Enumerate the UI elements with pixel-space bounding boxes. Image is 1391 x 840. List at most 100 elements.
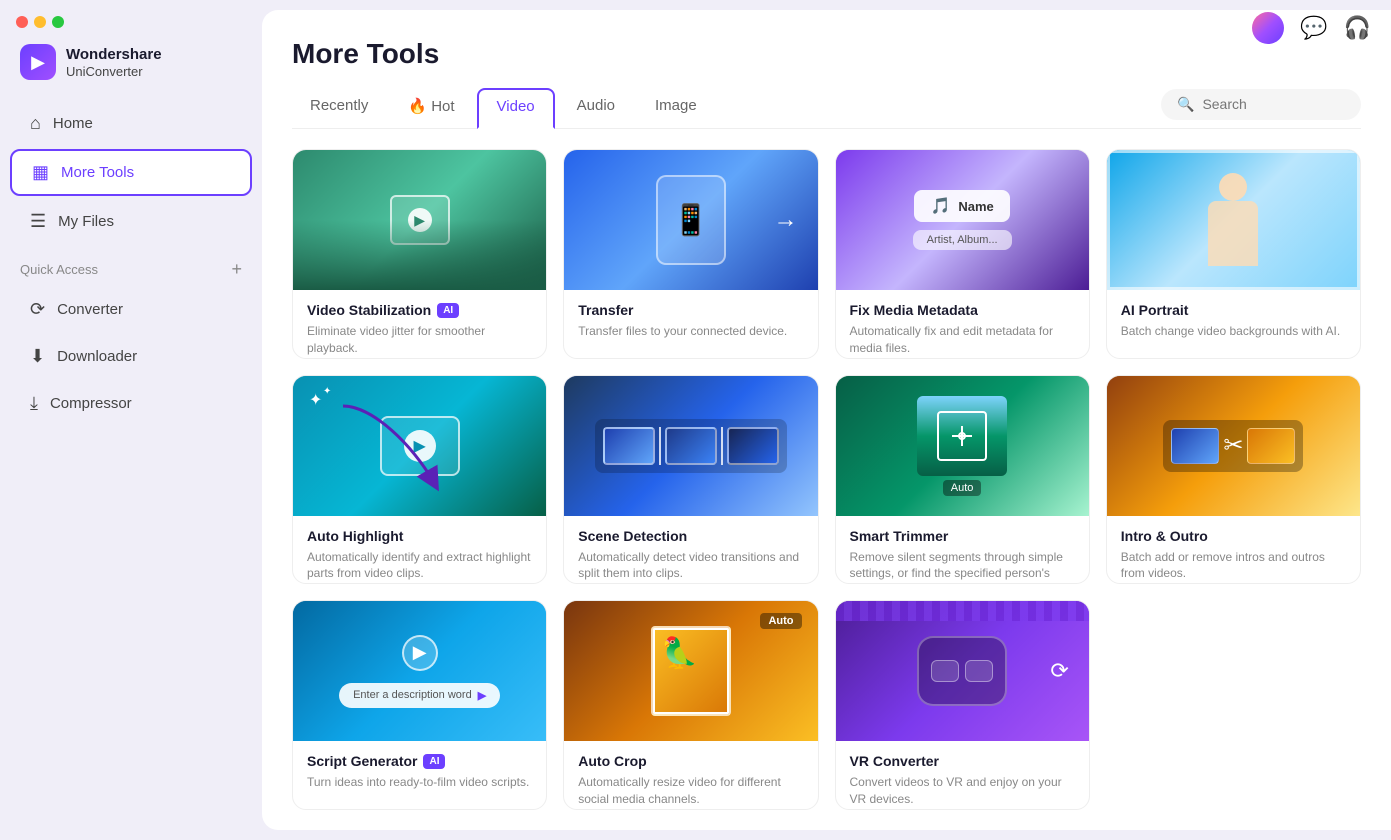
tool-card-fix-media-metadata[interactable]: 🎵 Name Artist, Album... Fix Media Metada… [835, 149, 1090, 359]
tool-desc-trimmer: Remove silent segments through simple se… [850, 549, 1075, 585]
sidebar-converter-label: Converter [57, 301, 123, 318]
sidebar-item-compressor[interactable]: ⤓ Compressor [10, 382, 252, 425]
maximize-button[interactable] [52, 16, 64, 28]
tool-body-crop: Auto Crop Automatically resize video for… [564, 741, 817, 810]
sidebar-item-my-files[interactable]: ☰ My Files [10, 200, 252, 243]
tool-title-trimmer: Smart Trimmer [850, 528, 1075, 544]
tool-desc-vr: Convert videos to VR and enjoy on your V… [850, 774, 1075, 808]
tool-desc-intro: Batch add or remove intros and outros fr… [1121, 549, 1346, 583]
tool-grid: ▶ Video Stabilization AI Eliminate video… [262, 129, 1391, 830]
tool-card-vr-converter[interactable]: ⟳ VR Converter Convert videos to VR and … [835, 600, 1090, 810]
tool-body-script: Script Generator AI Turn ideas into read… [293, 741, 546, 805]
tab-recently[interactable]: Recently [292, 89, 386, 128]
sidebar-item-downloader[interactable]: ⬇ Downloader [10, 335, 252, 378]
compressor-icon: ⤓ [30, 393, 38, 414]
tool-card-video-stabilization[interactable]: ▶ Video Stabilization AI Eliminate video… [292, 149, 547, 359]
tool-image-transfer: 📱 → [564, 150, 817, 290]
tool-desc-stabilization: Eliminate video jitter for smoother play… [307, 323, 532, 357]
tab-hot[interactable]: 🔥 Hot [390, 89, 472, 129]
tool-card-ai-portrait[interactable]: AI Portrait Batch change video backgroun… [1106, 149, 1361, 359]
tool-title-autohighlight: Auto Highlight [307, 528, 532, 544]
tool-title-crop: Auto Crop [578, 753, 803, 769]
my-files-icon: ☰ [30, 211, 46, 232]
tool-card-scene-detection[interactable]: Scene Detection Automatically detect vid… [563, 375, 818, 585]
tool-card-auto-crop[interactable]: 🦜 Auto Auto Crop Automatically resize vi… [563, 600, 818, 810]
tab-audio[interactable]: Audio [559, 89, 633, 128]
search-box[interactable]: 🔍 [1161, 89, 1361, 120]
tool-body-scene: Scene Detection Automatically detect vid… [564, 516, 817, 585]
more-tools-icon: ▦ [32, 162, 49, 183]
tool-image-script: ▶ Enter a description word ▶ [293, 601, 546, 741]
tool-body-portrait: AI Portrait Batch change video backgroun… [1107, 290, 1360, 354]
sidebar-item-home[interactable]: ⌂ Home [10, 102, 252, 145]
chat-icon[interactable]: 💬 [1300, 15, 1327, 41]
main-header: More Tools Recently 🔥 Hot Video Audio Im… [262, 10, 1391, 129]
tool-image-vr: ⟳ [836, 601, 1089, 741]
tool-body-transfer: Transfer Transfer files to your connecte… [564, 290, 817, 354]
tool-body-autohighlight: Auto Highlight Automatically identify an… [293, 516, 546, 585]
tool-desc-script: Turn ideas into ready-to-film video scri… [307, 774, 532, 791]
tool-desc-portrait: Batch change video backgrounds with AI. [1121, 323, 1346, 340]
sidebar-my-files-label: My Files [58, 213, 114, 230]
tool-image-autohighlight: ✦ ✦ ▶ [293, 376, 546, 516]
sidebar-compressor-label: Compressor [50, 395, 132, 412]
ai-badge-script: AI [423, 754, 445, 769]
quick-access-add-button[interactable]: + [231, 259, 242, 280]
home-icon: ⌂ [30, 113, 41, 134]
main-content: 💬 🎧 More Tools Recently 🔥 Hot Video Audi… [262, 10, 1391, 830]
tool-card-intro-outro[interactable]: ✂ Intro & Outro Batch add or remove intr… [1106, 375, 1361, 585]
tab-image[interactable]: Image [637, 89, 715, 128]
sidebar-item-converter[interactable]: ⟳ Converter [10, 288, 252, 331]
quick-access-label: Quick Access [20, 262, 98, 277]
tool-image-metadata: 🎵 Name Artist, Album... [836, 150, 1089, 290]
page-title: More Tools [292, 38, 1361, 70]
tool-card-smart-trimmer[interactable]: Auto Smart Trimmer Remove silent segment… [835, 375, 1090, 585]
tool-desc-scene: Automatically detect video transitions a… [578, 549, 803, 583]
tool-body-vr: VR Converter Convert videos to VR and en… [836, 741, 1089, 810]
tool-card-auto-highlight[interactable]: ✦ ✦ ▶ [292, 375, 547, 585]
search-icon: 🔍 [1177, 96, 1194, 113]
tool-image-stabilization: ▶ [293, 150, 546, 290]
app-logo: ▶ Wondershare UniConverter [0, 36, 262, 100]
close-button[interactable] [16, 16, 28, 28]
tool-image-trimmer: Auto [836, 376, 1089, 516]
tool-title-transfer: Transfer [578, 302, 803, 318]
sidebar-home-label: Home [53, 115, 93, 132]
tool-card-transfer[interactable]: 📱 → Transfer Transfer files to your conn… [563, 149, 818, 359]
sidebar-item-more-tools[interactable]: ▦ More Tools [10, 149, 252, 196]
sidebar-downloader-label: Downloader [57, 348, 137, 365]
headset-icon[interactable]: 🎧 [1344, 15, 1371, 41]
tool-desc-transfer: Transfer files to your connected device. [578, 323, 803, 340]
converter-icon: ⟳ [30, 299, 45, 320]
logo-icon: ▶ [20, 44, 56, 80]
tool-title-metadata: Fix Media Metadata [850, 302, 1075, 318]
user-avatar[interactable] [1252, 12, 1284, 44]
sidebar-more-tools-label: More Tools [61, 164, 134, 181]
tool-title-vr: VR Converter [850, 753, 1075, 769]
tool-image-scene [564, 376, 817, 516]
minimize-button[interactable] [34, 16, 46, 28]
tool-title-stabilization: Video Stabilization AI [307, 302, 532, 318]
tabs-bar: Recently 🔥 Hot Video Audio Image 🔍 [292, 88, 1361, 129]
tool-desc-autohighlight: Automatically identify and extract highl… [307, 549, 532, 583]
tool-title-intro: Intro & Outro [1121, 528, 1346, 544]
tool-card-script-generator[interactable]: ▶ Enter a description word ▶ Script Gene… [292, 600, 547, 810]
tool-image-intro: ✂ [1107, 376, 1360, 516]
tool-desc-crop: Automatically resize video for different… [578, 774, 803, 808]
tool-image-portrait [1107, 150, 1360, 290]
tab-video[interactable]: Video [477, 88, 555, 129]
search-input[interactable] [1202, 96, 1342, 112]
tool-title-scene: Scene Detection [578, 528, 803, 544]
tool-body-trimmer: Smart Trimmer Remove silent segments thr… [836, 516, 1089, 585]
ai-badge-stabilization: AI [437, 303, 459, 318]
tool-body-intro: Intro & Outro Batch add or remove intros… [1107, 516, 1360, 585]
app-product: UniConverter [66, 64, 162, 79]
downloader-icon: ⬇ [30, 346, 45, 367]
topbar: 💬 🎧 [1232, 10, 1391, 56]
app-name: Wondershare [66, 46, 162, 64]
tool-image-crop: 🦜 Auto [564, 601, 817, 741]
sidebar: ▶ Wondershare UniConverter ⌂ Home ▦ More… [0, 0, 262, 840]
tool-title-portrait: AI Portrait [1121, 302, 1346, 318]
tool-body-stabilization: Video Stabilization AI Eliminate video j… [293, 290, 546, 359]
tool-title-script: Script Generator AI [307, 753, 532, 769]
